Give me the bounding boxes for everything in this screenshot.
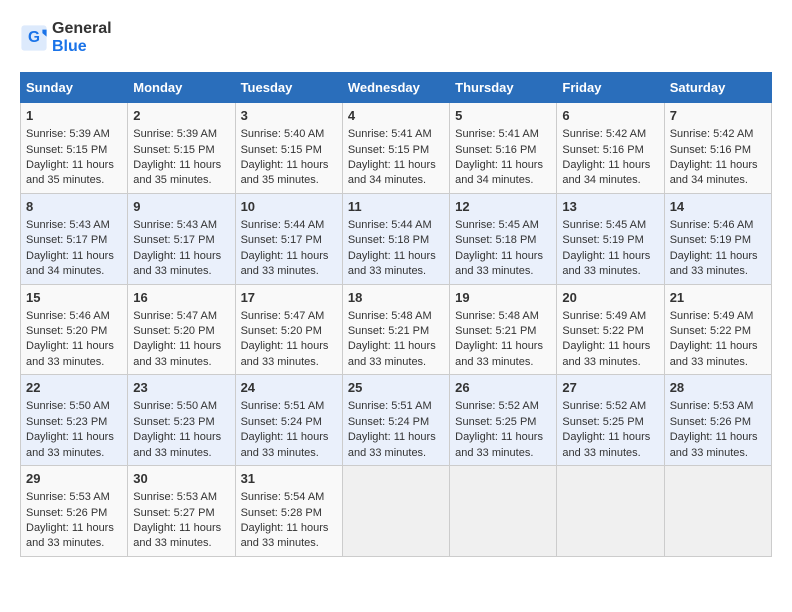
day-number: 18 bbox=[348, 289, 444, 307]
calendar-cell: 23Sunrise: 5:50 AMSunset: 5:23 PMDayligh… bbox=[128, 375, 235, 466]
calendar-cell: 18Sunrise: 5:48 AMSunset: 5:21 PMDayligh… bbox=[342, 284, 449, 375]
calendar-cell: 14Sunrise: 5:46 AMSunset: 5:19 PMDayligh… bbox=[664, 193, 771, 284]
calendar-cell: 11Sunrise: 5:44 AMSunset: 5:18 PMDayligh… bbox=[342, 193, 449, 284]
day-number: 28 bbox=[670, 379, 766, 397]
calendar-cell: 1Sunrise: 5:39 AMSunset: 5:15 PMDaylight… bbox=[21, 103, 128, 194]
calendar-cell: 22Sunrise: 5:50 AMSunset: 5:23 PMDayligh… bbox=[21, 375, 128, 466]
day-number: 4 bbox=[348, 107, 444, 125]
calendar-cell: 21Sunrise: 5:49 AMSunset: 5:22 PMDayligh… bbox=[664, 284, 771, 375]
day-number: 13 bbox=[562, 198, 658, 216]
day-number: 5 bbox=[455, 107, 551, 125]
calendar-week-row: 15Sunrise: 5:46 AMSunset: 5:20 PMDayligh… bbox=[21, 284, 772, 375]
day-number: 23 bbox=[133, 379, 229, 397]
day-header-thursday: Thursday bbox=[450, 73, 557, 103]
calendar-cell: 3Sunrise: 5:40 AMSunset: 5:15 PMDaylight… bbox=[235, 103, 342, 194]
logo-text: General Blue bbox=[52, 20, 112, 56]
calendar-cell: 20Sunrise: 5:49 AMSunset: 5:22 PMDayligh… bbox=[557, 284, 664, 375]
day-header-friday: Friday bbox=[557, 73, 664, 103]
calendar-cell: 5Sunrise: 5:41 AMSunset: 5:16 PMDaylight… bbox=[450, 103, 557, 194]
calendar-cell: 2Sunrise: 5:39 AMSunset: 5:15 PMDaylight… bbox=[128, 103, 235, 194]
calendar-cell: 19Sunrise: 5:48 AMSunset: 5:21 PMDayligh… bbox=[450, 284, 557, 375]
day-number: 30 bbox=[133, 470, 229, 488]
day-number: 26 bbox=[455, 379, 551, 397]
day-number: 20 bbox=[562, 289, 658, 307]
calendar-week-row: 8Sunrise: 5:43 AMSunset: 5:17 PMDaylight… bbox=[21, 193, 772, 284]
calendar-cell: 28Sunrise: 5:53 AMSunset: 5:26 PMDayligh… bbox=[664, 375, 771, 466]
calendar-cell: 30Sunrise: 5:53 AMSunset: 5:27 PMDayligh… bbox=[128, 466, 235, 557]
calendar-cell: 12Sunrise: 5:45 AMSunset: 5:18 PMDayligh… bbox=[450, 193, 557, 284]
day-number: 25 bbox=[348, 379, 444, 397]
day-number: 10 bbox=[241, 198, 337, 216]
day-number: 19 bbox=[455, 289, 551, 307]
calendar-cell: 4Sunrise: 5:41 AMSunset: 5:15 PMDaylight… bbox=[342, 103, 449, 194]
day-number: 15 bbox=[26, 289, 122, 307]
calendar-cell: 13Sunrise: 5:45 AMSunset: 5:19 PMDayligh… bbox=[557, 193, 664, 284]
day-header-wednesday: Wednesday bbox=[342, 73, 449, 103]
calendar-header-row: SundayMondayTuesdayWednesdayThursdayFrid… bbox=[21, 73, 772, 103]
calendar-week-row: 22Sunrise: 5:50 AMSunset: 5:23 PMDayligh… bbox=[21, 375, 772, 466]
calendar-cell: 29Sunrise: 5:53 AMSunset: 5:26 PMDayligh… bbox=[21, 466, 128, 557]
logo-icon: G bbox=[20, 24, 48, 52]
calendar-cell bbox=[557, 466, 664, 557]
calendar-cell: 24Sunrise: 5:51 AMSunset: 5:24 PMDayligh… bbox=[235, 375, 342, 466]
calendar-table: SundayMondayTuesdayWednesdayThursdayFrid… bbox=[20, 72, 772, 557]
calendar-cell: 15Sunrise: 5:46 AMSunset: 5:20 PMDayligh… bbox=[21, 284, 128, 375]
day-number: 1 bbox=[26, 107, 122, 125]
day-number: 17 bbox=[241, 289, 337, 307]
day-number: 31 bbox=[241, 470, 337, 488]
day-number: 6 bbox=[562, 107, 658, 125]
day-number: 24 bbox=[241, 379, 337, 397]
calendar-week-row: 1Sunrise: 5:39 AMSunset: 5:15 PMDaylight… bbox=[21, 103, 772, 194]
calendar-cell: 8Sunrise: 5:43 AMSunset: 5:17 PMDaylight… bbox=[21, 193, 128, 284]
calendar-cell: 26Sunrise: 5:52 AMSunset: 5:25 PMDayligh… bbox=[450, 375, 557, 466]
day-number: 9 bbox=[133, 198, 229, 216]
day-number: 3 bbox=[241, 107, 337, 125]
calendar-cell bbox=[450, 466, 557, 557]
day-number: 2 bbox=[133, 107, 229, 125]
calendar-cell bbox=[342, 466, 449, 557]
day-header-tuesday: Tuesday bbox=[235, 73, 342, 103]
day-header-sunday: Sunday bbox=[21, 73, 128, 103]
day-number: 12 bbox=[455, 198, 551, 216]
calendar-cell: 27Sunrise: 5:52 AMSunset: 5:25 PMDayligh… bbox=[557, 375, 664, 466]
calendar-cell bbox=[664, 466, 771, 557]
day-header-saturday: Saturday bbox=[664, 73, 771, 103]
calendar-cell: 9Sunrise: 5:43 AMSunset: 5:17 PMDaylight… bbox=[128, 193, 235, 284]
logo: G General Blue bbox=[20, 20, 112, 56]
calendar-cell: 25Sunrise: 5:51 AMSunset: 5:24 PMDayligh… bbox=[342, 375, 449, 466]
day-header-monday: Monday bbox=[128, 73, 235, 103]
calendar-cell: 6Sunrise: 5:42 AMSunset: 5:16 PMDaylight… bbox=[557, 103, 664, 194]
calendar-cell: 16Sunrise: 5:47 AMSunset: 5:20 PMDayligh… bbox=[128, 284, 235, 375]
calendar-cell: 10Sunrise: 5:44 AMSunset: 5:17 PMDayligh… bbox=[235, 193, 342, 284]
day-number: 14 bbox=[670, 198, 766, 216]
calendar-week-row: 29Sunrise: 5:53 AMSunset: 5:26 PMDayligh… bbox=[21, 466, 772, 557]
svg-text:G: G bbox=[28, 29, 40, 46]
day-number: 22 bbox=[26, 379, 122, 397]
calendar-cell: 31Sunrise: 5:54 AMSunset: 5:28 PMDayligh… bbox=[235, 466, 342, 557]
day-number: 27 bbox=[562, 379, 658, 397]
day-number: 7 bbox=[670, 107, 766, 125]
day-number: 11 bbox=[348, 198, 444, 216]
day-number: 8 bbox=[26, 198, 122, 216]
day-number: 29 bbox=[26, 470, 122, 488]
day-number: 21 bbox=[670, 289, 766, 307]
calendar-cell: 7Sunrise: 5:42 AMSunset: 5:16 PMDaylight… bbox=[664, 103, 771, 194]
calendar-cell: 17Sunrise: 5:47 AMSunset: 5:20 PMDayligh… bbox=[235, 284, 342, 375]
page-header: G General Blue bbox=[20, 20, 772, 56]
day-number: 16 bbox=[133, 289, 229, 307]
